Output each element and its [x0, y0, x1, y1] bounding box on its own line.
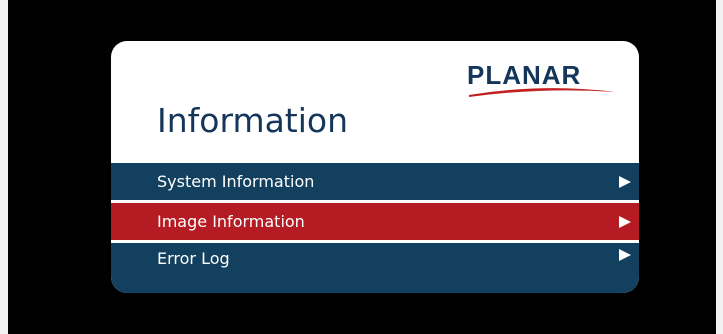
menu-item-label: Image Information	[157, 212, 305, 231]
menu-item-label: System Information	[157, 172, 315, 191]
menu-item-system-information[interactable]: System Information	[111, 163, 639, 200]
planar-logo: PLANAR	[465, 59, 623, 103]
display-screen: PLANAR Information System Information Im…	[8, 0, 716, 334]
svg-text:PLANAR: PLANAR	[467, 60, 581, 90]
information-osd-panel: PLANAR Information System Information Im…	[111, 41, 639, 293]
menu-item-error-log[interactable]: Error Log	[111, 243, 639, 293]
triangle-right-icon	[619, 175, 631, 188]
page-title: Information	[157, 101, 349, 140]
menu-item-image-information[interactable]: Image Information	[111, 203, 639, 240]
triangle-right-icon	[619, 215, 631, 228]
planar-logo-graphic: PLANAR	[467, 60, 615, 97]
menu-item-label: Error Log	[157, 249, 230, 268]
triangle-right-icon	[619, 249, 631, 261]
information-menu: System Information Image Information Err…	[111, 163, 639, 293]
